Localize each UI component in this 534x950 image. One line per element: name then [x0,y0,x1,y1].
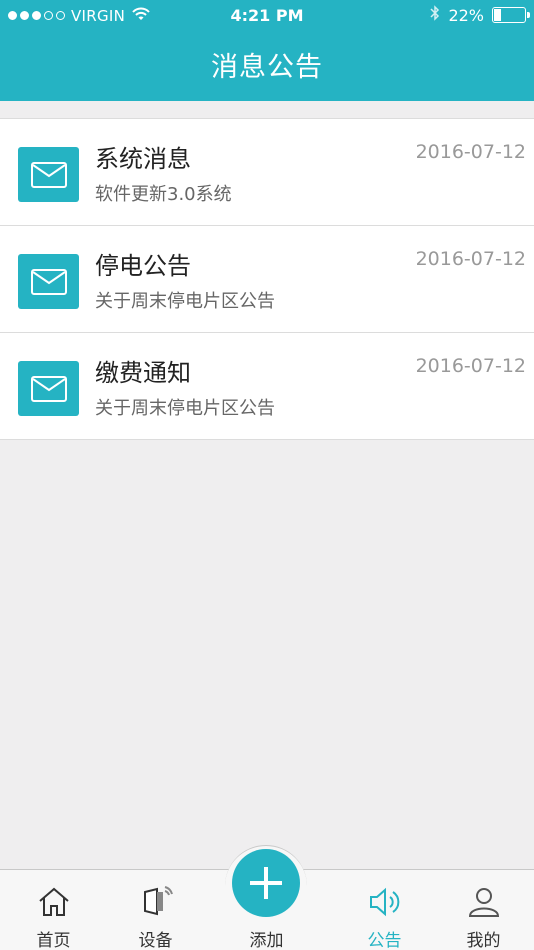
tab-home[interactable]: 首页 [0,870,107,950]
tab-notice-label: 公告 [367,931,402,950]
header: VIRGIN 4:21 PM 22% 消息公告 [0,0,534,101]
message-title: 系统消息 [95,145,191,173]
message-item[interactable]: 缴费通知 关于周末停电片区公告 2016-07-12 [0,333,534,440]
message-date: 2016-07-12 [415,248,526,270]
battery-level [494,9,502,21]
speaker-icon [331,886,438,920]
tab-device[interactable]: 设备 [102,870,209,950]
battery-icon [492,7,530,23]
tab-mine-label: 我的 [466,931,501,950]
message-subtitle: 关于周末停电片区公告 [95,398,275,419]
tab-add[interactable]: 添加 [213,870,320,950]
tab-device-label: 设备 [138,931,173,950]
mail-icon [18,254,79,309]
message-item[interactable]: 停电公告 关于周末停电片区公告 2016-07-12 [0,226,534,333]
message-title: 缴费通知 [95,359,191,387]
tab-notice[interactable]: 公告 [331,870,438,950]
tab-mine[interactable]: 我的 [430,870,534,950]
status-bar-right: 22% [430,5,530,25]
mail-icon [18,147,79,202]
message-date: 2016-07-12 [415,355,526,377]
tab-home-label: 首页 [36,931,71,950]
bluetooth-icon [430,5,440,25]
message-subtitle: 软件更新3.0系统 [95,184,232,205]
message-item[interactable]: 系统消息 软件更新3.0系统 2016-07-12 [0,119,534,226]
home-icon [0,886,107,920]
tab-bar: 首页 设备 添加 公告 我的 [0,845,534,950]
user-icon [430,886,534,920]
tab-add-label: 添加 [249,931,284,950]
status-bar: VIRGIN 4:21 PM 22% [0,0,534,32]
device-icon [102,886,209,920]
mail-icon [18,361,79,416]
message-subtitle: 关于周末停电片区公告 [95,291,275,312]
battery-percent: 22% [448,5,484,25]
page-title: 消息公告 [211,52,323,83]
message-list: 系统消息 软件更新3.0系统 2016-07-12 停电公告 关于周末停电片区公… [0,118,534,440]
message-title: 停电公告 [95,252,191,280]
message-date: 2016-07-12 [415,141,526,163]
